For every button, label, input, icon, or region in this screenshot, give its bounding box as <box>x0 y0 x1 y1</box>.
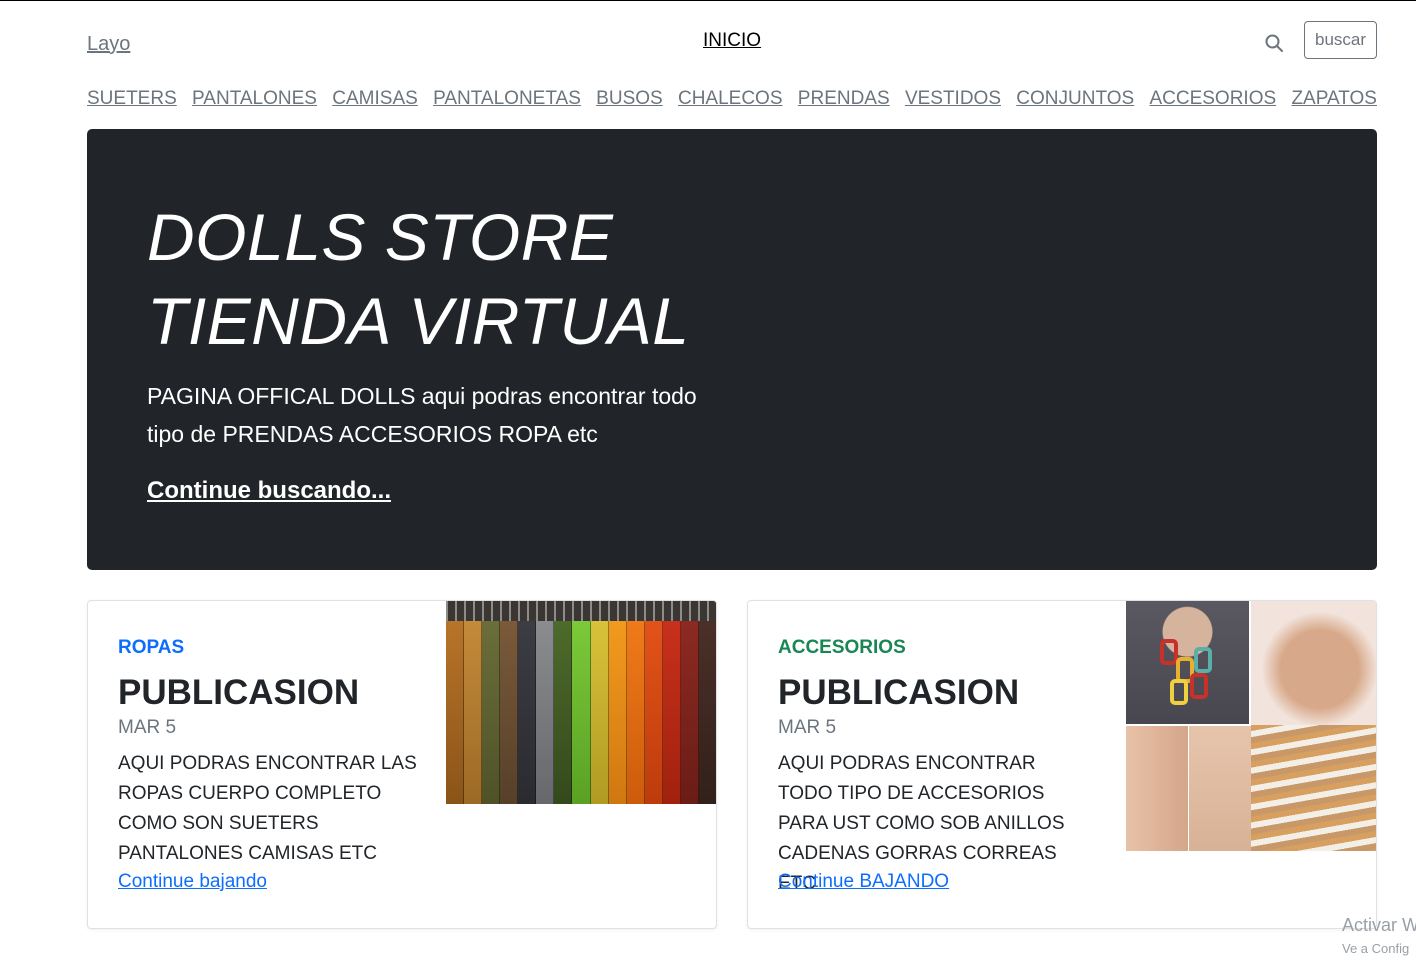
garments-row <box>446 621 716 804</box>
hero-title-line1: DOLLS STORE <box>147 200 614 274</box>
necklace-photo <box>1126 601 1249 724</box>
necklace-graphic <box>1160 639 1212 705</box>
search-icon[interactable] <box>1265 34 1283 52</box>
card-continue-link[interactable]: Continue BAJANDO <box>778 871 949 893</box>
card-date: MAR 5 <box>118 717 177 738</box>
card-category: ROPAS <box>118 637 185 658</box>
hero-title-line2: TIENDA VIRTUAL <box>147 284 690 358</box>
home-link[interactable]: INICIO <box>703 30 761 52</box>
top-border <box>0 0 1416 1</box>
nav-item-sueters[interactable]: SUETERS <box>87 88 177 110</box>
activation-watermark-title: Activar W <box>1342 915 1416 935</box>
hero-continue-link[interactable]: Continue buscando... <box>147 477 391 505</box>
card-continue-link[interactable]: Continue bajando <box>118 871 267 893</box>
nav-item-zapatos[interactable]: ZAPATOS <box>1291 88 1377 110</box>
hero-description: PAGINA OFFICAL DOLLS aqui podras encontr… <box>147 383 697 447</box>
hero-title: DOLLS STORE TIENDA VIRTUAL <box>147 195 689 363</box>
card-text: AQUI PODRAS ENCONTRAR LAS ROPAS CUERPO C… <box>118 753 417 864</box>
jewelry-collage-image <box>1126 601 1376 851</box>
post-card-ropas: ROPAS PUBLICASION MAR 5 AQUI PODRAS ENCO… <box>87 600 717 929</box>
nav-item-prendas[interactable]: PRENDAS <box>798 88 890 110</box>
category-nav: SUETERS PANTALONES CAMISAS PANTALONETAS … <box>87 88 1377 110</box>
activation-watermark-subtitle: Ve a Config <box>1342 941 1410 956</box>
nav-item-pantalonetas[interactable]: PANTALONETAS <box>433 88 581 110</box>
anklet-photo <box>1126 726 1188 851</box>
nav-item-vestidos[interactable]: VESTIDOS <box>905 88 1001 110</box>
logo-link[interactable]: Layo <box>87 33 130 56</box>
hero-banner: DOLLS STORE TIENDA VIRTUAL PAGINA OFFICA… <box>87 129 1377 570</box>
search-button[interactable]: buscar <box>1304 21 1377 59</box>
nav-item-conjuntos[interactable]: CONJUNTOS <box>1016 88 1134 110</box>
nav-item-camisas[interactable]: CAMISAS <box>332 88 418 110</box>
card-category: ACCESORIOS <box>778 637 906 658</box>
card-title: PUBLICASION <box>778 673 1020 712</box>
earrings-photo <box>1189 726 1251 851</box>
nav-item-chalecos[interactable]: CHALECOS <box>678 88 783 110</box>
hand-rings-photo <box>1251 601 1376 725</box>
clothes-rack-image <box>446 601 716 804</box>
hanger-hooks <box>446 601 716 623</box>
post-card-accesorios: ACCESORIOS PUBLICASION MAR 5 AQUI PODRAS… <box>747 600 1377 929</box>
nav-item-pantalones[interactable]: PANTALONES <box>192 88 317 110</box>
bracelets-photo <box>1251 725 1376 851</box>
nav-item-busos[interactable]: BUSOS <box>596 88 663 110</box>
site-header: Layo INICIO buscar <box>87 18 1377 66</box>
nav-item-accesorios[interactable]: ACCESORIOS <box>1149 88 1276 110</box>
card-date: MAR 5 <box>778 717 837 738</box>
card-title: PUBLICASION <box>118 673 360 712</box>
